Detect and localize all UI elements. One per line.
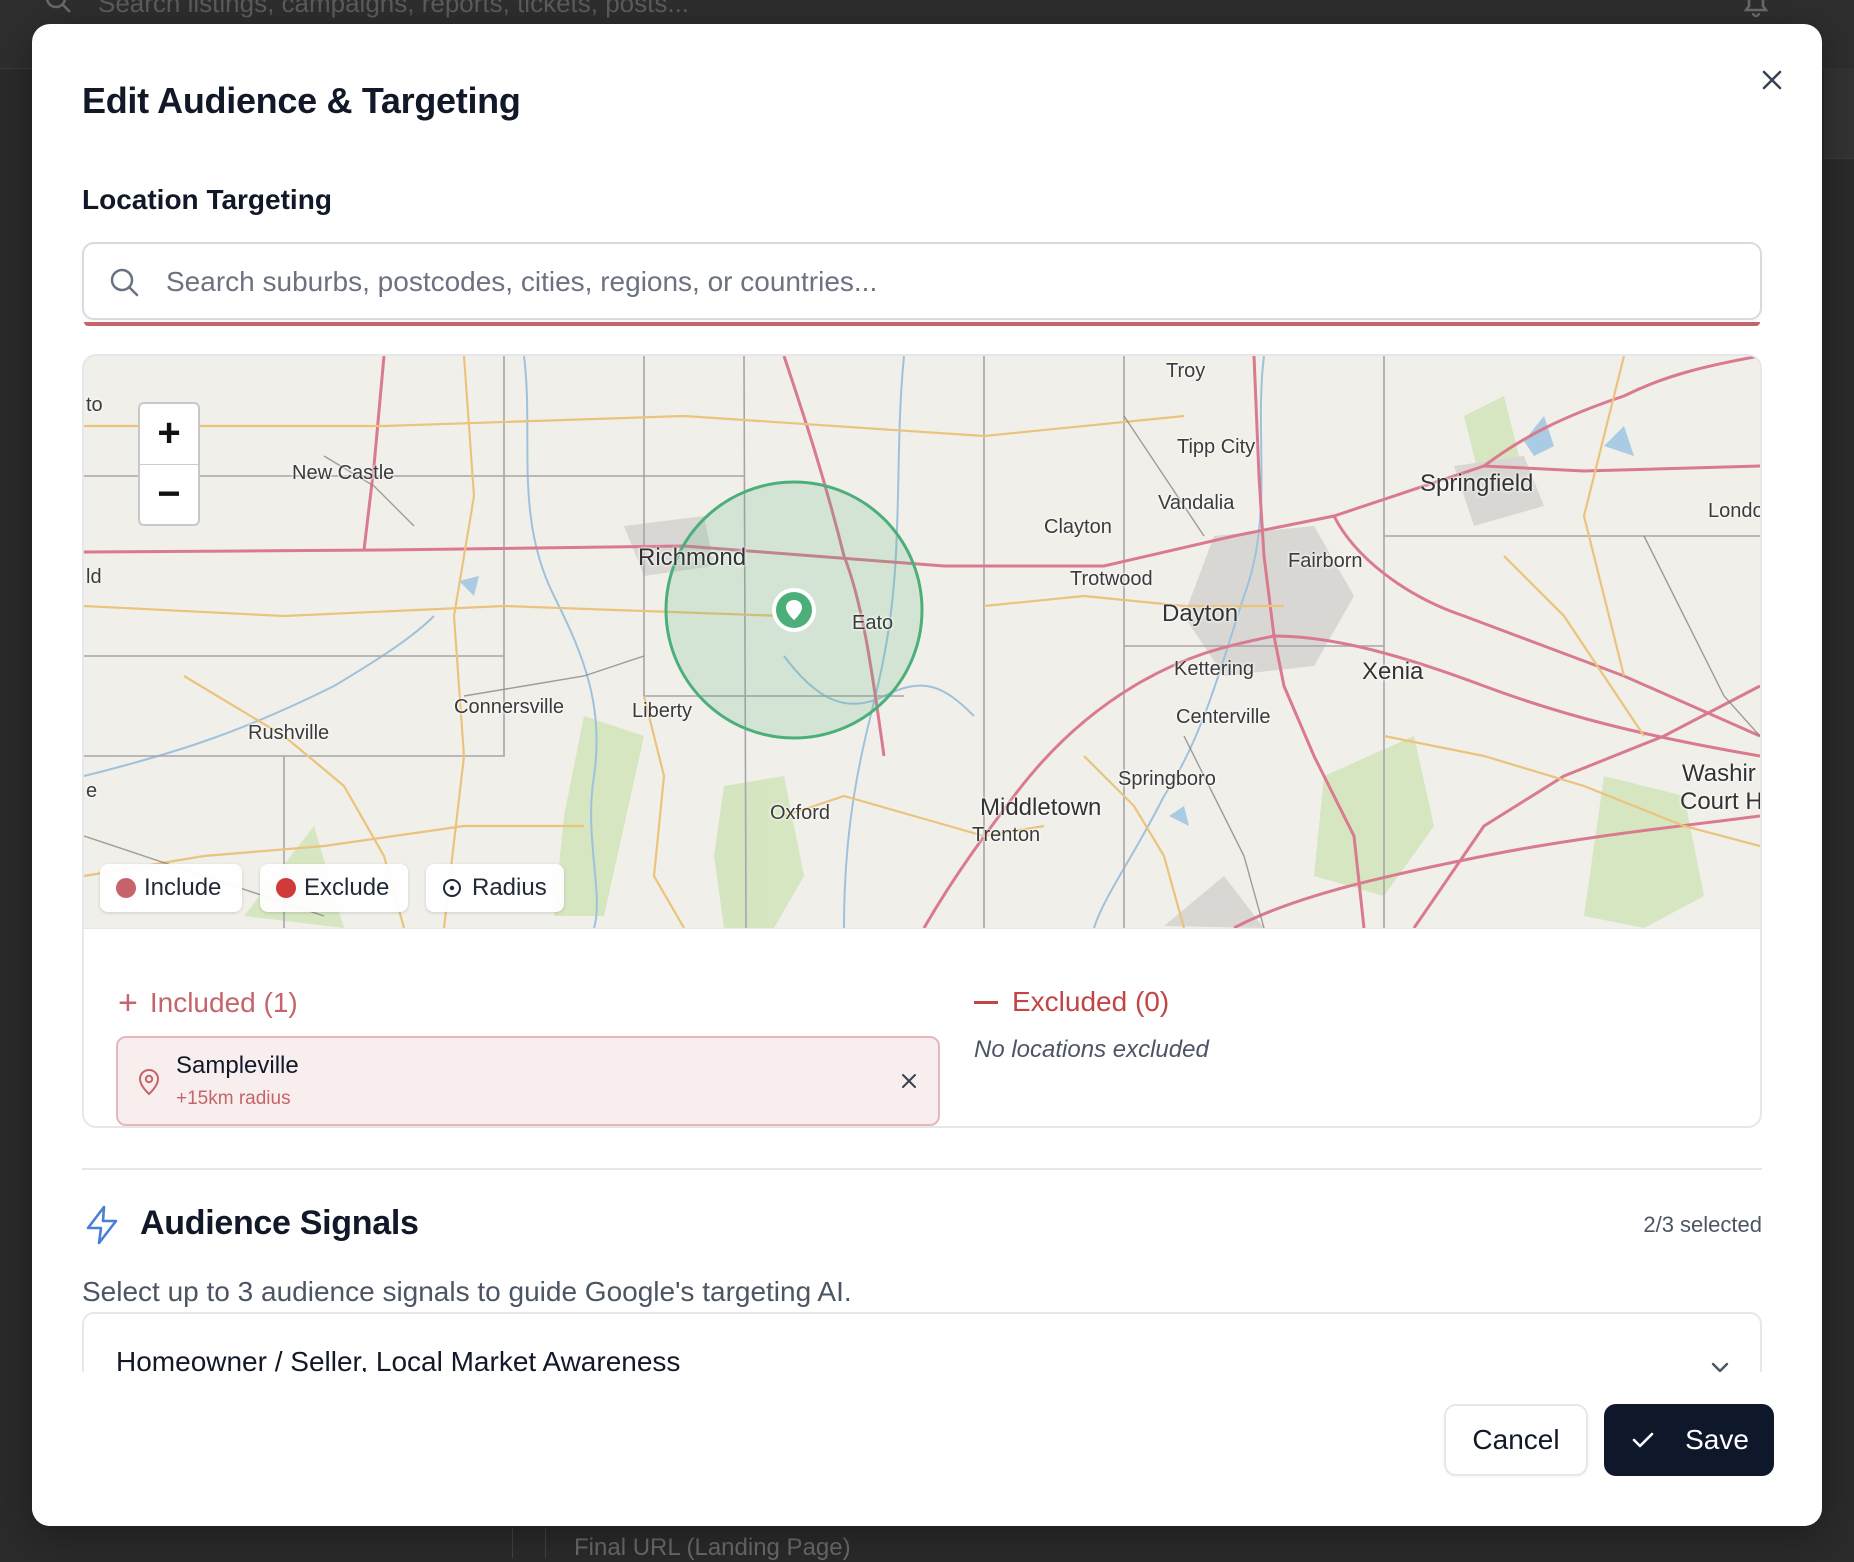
- lightning-icon: [86, 1205, 118, 1245]
- include-dot-icon: [116, 878, 136, 898]
- map-label: Richmond: [638, 544, 747, 571]
- included-location-name: Sampleville: [176, 1052, 299, 1079]
- included-heading-label: Included (1): [149, 987, 298, 1018]
- map-label: Xenia: [1362, 658, 1424, 685]
- map-label: to: [86, 394, 103, 416]
- audience-selected-count: 2/3 selected: [1643, 1212, 1762, 1237]
- map-zoom-control: + −: [138, 402, 200, 526]
- zoom-in-button[interactable]: +: [140, 404, 198, 465]
- remove-location-icon[interactable]: [896, 1068, 922, 1094]
- minus-icon: [974, 1000, 998, 1004]
- audience-description: Select up to 3 audience signals to guide…: [82, 1276, 852, 1307]
- map-label: Eato: [852, 612, 894, 634]
- include-mode-chip[interactable]: Include: [100, 864, 242, 912]
- map-label: Trotwood: [1070, 568, 1153, 590]
- check-icon: [1632, 1432, 1654, 1448]
- background-bell-icon: [1743, 0, 1769, 18]
- map-label: Londo: [1708, 500, 1760, 522]
- background-search-placeholder: Search listings, campaigns, reports, tic…: [98, 0, 690, 18]
- radius-chip-label: Radius: [472, 874, 547, 901]
- map-label: Liberty: [632, 700, 693, 722]
- map-label: Vandalia: [1158, 492, 1235, 514]
- map-base-layer: [84, 356, 1760, 928]
- include-chip-label: Include: [144, 874, 222, 901]
- location-map[interactable]: Troy Tipp City Springfield Vandalia Clay…: [84, 356, 1760, 929]
- background-divider: [512, 1528, 513, 1558]
- zoom-out-button[interactable]: −: [140, 465, 198, 525]
- background-search-icon: [45, 0, 71, 13]
- map-label: Fairborn: [1288, 550, 1363, 572]
- map-label: Troy: [1166, 360, 1206, 382]
- section-divider: [82, 1168, 1762, 1170]
- search-focus-underline: [84, 322, 1760, 326]
- location-targeting-label: Location Targeting: [82, 184, 332, 215]
- excluded-heading-label: Excluded (0): [1012, 986, 1170, 1017]
- map-label: Kettering: [1174, 658, 1255, 680]
- location-search-input[interactable]: [164, 258, 1728, 306]
- search-icon: [110, 268, 139, 297]
- map-label: Oxford: [770, 802, 831, 824]
- excluded-heading: Excluded (0): [974, 986, 1169, 1018]
- map-label: Trenton: [972, 824, 1041, 846]
- radius-mode-chip[interactable]: Radius: [426, 864, 564, 912]
- included-location-item: Sampleville +15km radius: [116, 1036, 940, 1126]
- map-label: Washir: [1682, 760, 1756, 787]
- map-label: Court H: [1680, 788, 1760, 815]
- map-label: ld: [86, 566, 102, 588]
- background-final-url-label: Final URL (Landing Page): [574, 1534, 851, 1561]
- included-location-radius: +15km radius: [176, 1088, 291, 1109]
- audience-signals-title: Audience Signals: [140, 1204, 419, 1242]
- location-marker-icon[interactable]: [770, 586, 818, 634]
- save-button[interactable]: Save: [1604, 1404, 1774, 1476]
- location-search-box: [82, 242, 1762, 320]
- exclude-mode-chip[interactable]: Exclude: [260, 864, 408, 912]
- map-label: Springfield: [1420, 470, 1534, 497]
- background-divider: [545, 1528, 546, 1558]
- radius-icon: [443, 879, 461, 897]
- map-label: Springboro: [1118, 768, 1216, 790]
- map-label: Dayton: [1162, 600, 1239, 627]
- map-label: New Castle: [292, 462, 395, 484]
- map-label: Rushville: [248, 722, 330, 744]
- background-right-panel: [1824, 68, 1854, 159]
- close-icon[interactable]: [1752, 60, 1792, 100]
- excluded-empty-text: No locations excluded: [974, 1036, 1209, 1063]
- map-pin-icon: [138, 1068, 160, 1096]
- exclude-chip-label: Exclude: [304, 874, 390, 901]
- map-label: e: [86, 780, 98, 802]
- map-label: Tipp City: [1177, 436, 1256, 458]
- map-label: Middletown: [980, 794, 1102, 821]
- exclude-dot-icon: [276, 878, 296, 898]
- map-label: Clayton: [1044, 516, 1112, 538]
- map-label: Connersville: [454, 696, 565, 718]
- plus-icon: +: [118, 984, 138, 1022]
- cancel-button[interactable]: Cancel: [1444, 1404, 1588, 1476]
- save-button-label: Save: [1685, 1424, 1749, 1455]
- map-label: Centerville: [1176, 706, 1271, 728]
- included-heading: + Included (1): [118, 986, 298, 1020]
- modal-title: Edit Audience & Targeting: [82, 80, 521, 121]
- edit-audience-modal: Edit Audience & Targeting Location Targe…: [32, 24, 1822, 1526]
